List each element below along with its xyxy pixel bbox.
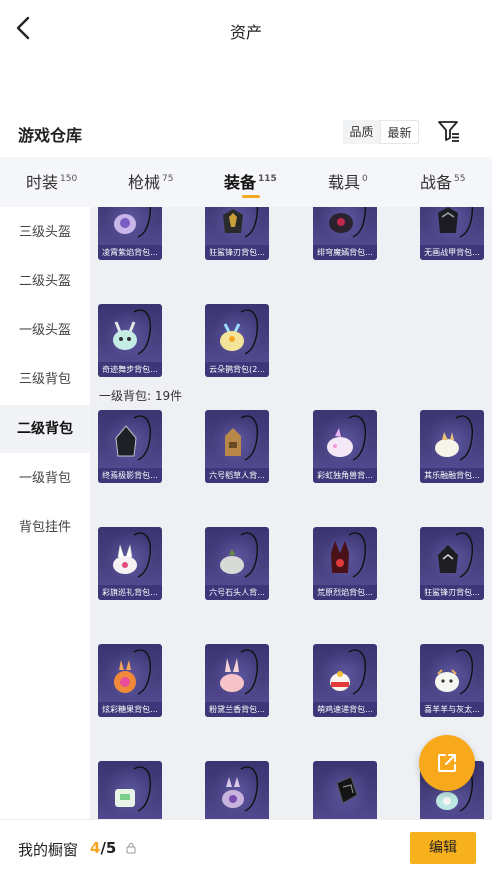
item-card[interactable]: 云朵鹊背包(2... — [205, 304, 269, 377]
item-name: 彩旗巡礼背包... — [98, 585, 162, 600]
tab-weapons[interactable]: 枪械 75 — [128, 169, 173, 193]
tab-vehicles[interactable]: 载具 0 — [328, 169, 368, 193]
group-title: 一级背包: 19件 — [99, 389, 183, 403]
share-fab-button[interactable] — [419, 735, 475, 791]
backpack-icon — [115, 415, 151, 461]
sidebar: 三级头盔 二级头盔 一级头盔 三级背包 二级背包 一级背包 背包挂件 — [0, 207, 90, 819]
item-card[interactable]: 荒原烈焰背包... — [313, 527, 377, 600]
backpack-icon — [225, 415, 258, 461]
backpack-icon — [438, 207, 473, 238]
item-card[interactable]: 喜羊羊与灰太... — [420, 644, 484, 717]
backpack-icon — [220, 309, 258, 355]
backpack-icon — [113, 309, 151, 355]
warehouse-title: 游戏仓库 — [18, 126, 83, 145]
sidebar-item-backpack-charm[interactable]: 背包挂件 — [0, 504, 90, 552]
backpack-icon — [223, 207, 258, 238]
item-card[interactable]: 萌鸡速递背包... — [313, 644, 377, 717]
item-name: 六号石头人背... — [205, 585, 269, 600]
bottom-bar: 我的橱窗 4/5 编辑 — [0, 819, 492, 876]
item-card[interactable]: 狂鲨锋刃背包... — [205, 207, 269, 260]
edit-button[interactable]: 编辑 — [410, 832, 476, 864]
backpack-icon — [114, 207, 151, 238]
item-card[interactable]: 炫彩糖果背包... — [98, 644, 162, 717]
item-card[interactable]: 六号稻草人背... — [205, 410, 269, 483]
backpack-icon — [435, 649, 473, 695]
external-link-icon — [438, 754, 456, 772]
item-card[interactable]: 奇迹舞步背包... — [98, 304, 162, 377]
backpack-icon — [113, 532, 151, 578]
top-bar: 资产 — [0, 0, 492, 58]
item-card[interactable] — [98, 761, 162, 819]
item-name: 其乐融融背包... — [420, 468, 484, 483]
item-card[interactable]: 彩旗巡礼背包... — [98, 527, 162, 600]
item-card[interactable]: 粉黛兰香背包... — [205, 644, 269, 717]
item-name: 狂鲨锋刃背包... — [205, 245, 269, 260]
item-name: 狂鲨锋刃背包... — [420, 585, 484, 600]
backpack-icon — [329, 207, 366, 238]
item-card[interactable]: 凌霄紫焰背包... — [98, 207, 162, 260]
sidebar-item-level1-backpack[interactable]: 一级背包 — [0, 455, 90, 503]
item-name: 凌霄紫焰背包... — [98, 245, 162, 260]
filter-icon[interactable] — [437, 119, 461, 143]
item-name: 六号稻草人背... — [205, 468, 269, 483]
item-name: 终焉极影背包... — [98, 468, 162, 483]
item-name: 奇迹舞步背包... — [98, 362, 162, 377]
backpack-icon — [330, 649, 366, 695]
item-grid: 凌霄紫焰背包... 狂鲨锋刃背包... 绯穹魔嫣背包... 无画战甲背包... … — [90, 207, 492, 819]
item-card[interactable]: 终焉极影背包... — [98, 410, 162, 483]
item-name: 荒原烈焰背包... — [313, 585, 377, 600]
backpack-icon — [331, 532, 366, 578]
backpack-icon — [336, 776, 358, 804]
item-name: 绯穹魔嫣背包... — [313, 245, 377, 260]
item-card[interactable]: 彩虹独角兽背... — [313, 410, 377, 483]
sort-toggle: 品质 最新 — [343, 120, 419, 144]
item-card[interactable]: 绯穹魔嫣背包... — [313, 207, 377, 260]
backpack-icon — [438, 532, 473, 578]
sidebar-item-level3-helmet[interactable]: 三级头盔 — [0, 209, 90, 257]
sidebar-item-level1-helmet[interactable]: 一级头盔 — [0, 307, 90, 355]
item-name: 萌鸡速递背包... — [313, 702, 377, 717]
backpack-icon — [115, 766, 151, 812]
item-card[interactable]: 无画战甲背包... — [420, 207, 484, 260]
sidebar-item-level2-backpack[interactable]: 二级背包 — [0, 405, 90, 453]
backpack-icon — [114, 649, 151, 695]
backpack-icon — [222, 766, 258, 812]
tab-fashion[interactable]: 时装 150 — [26, 169, 77, 193]
backpack-icon — [435, 415, 473, 461]
item-name: 喜羊羊与灰太... — [420, 702, 484, 717]
item-card[interactable] — [205, 761, 269, 819]
sidebar-item-level2-helmet[interactable]: 二级头盔 — [0, 258, 90, 306]
lock-icon — [126, 843, 136, 854]
backpack-icon — [327, 415, 366, 461]
category-tabs: 时装 150 枪械 75 装备 115 载具 0 战备 55 — [0, 157, 492, 207]
sidebar-item-level3-backpack[interactable]: 三级背包 — [0, 356, 90, 404]
sort-latest-button[interactable]: 最新 — [380, 120, 419, 144]
item-name: 彩虹独角兽背... — [313, 468, 377, 483]
tab-equipment[interactable]: 装备 115 — [224, 169, 277, 198]
showcase-label: 我的橱窗 — [18, 841, 79, 859]
sort-quality-button[interactable]: 品质 — [343, 120, 380, 144]
item-name: 粉黛兰香背包... — [205, 702, 269, 717]
item-card[interactable] — [313, 761, 377, 819]
tab-supplies[interactable]: 战备 55 — [420, 169, 465, 193]
showcase-count: 4/5 — [90, 839, 117, 857]
item-card[interactable]: 狂鲨锋刃背包... — [420, 527, 484, 600]
item-name: 云朵鹊背包(2... — [205, 362, 269, 377]
item-card[interactable]: 其乐融融背包... — [420, 410, 484, 483]
item-name: 炫彩糖果背包... — [98, 702, 162, 717]
item-name: 无画战甲背包... — [420, 245, 484, 260]
backpack-icon — [220, 532, 258, 578]
backpack-icon — [220, 649, 258, 695]
item-card[interactable]: 六号石头人背... — [205, 527, 269, 600]
page-title: 资产 — [229, 23, 262, 42]
